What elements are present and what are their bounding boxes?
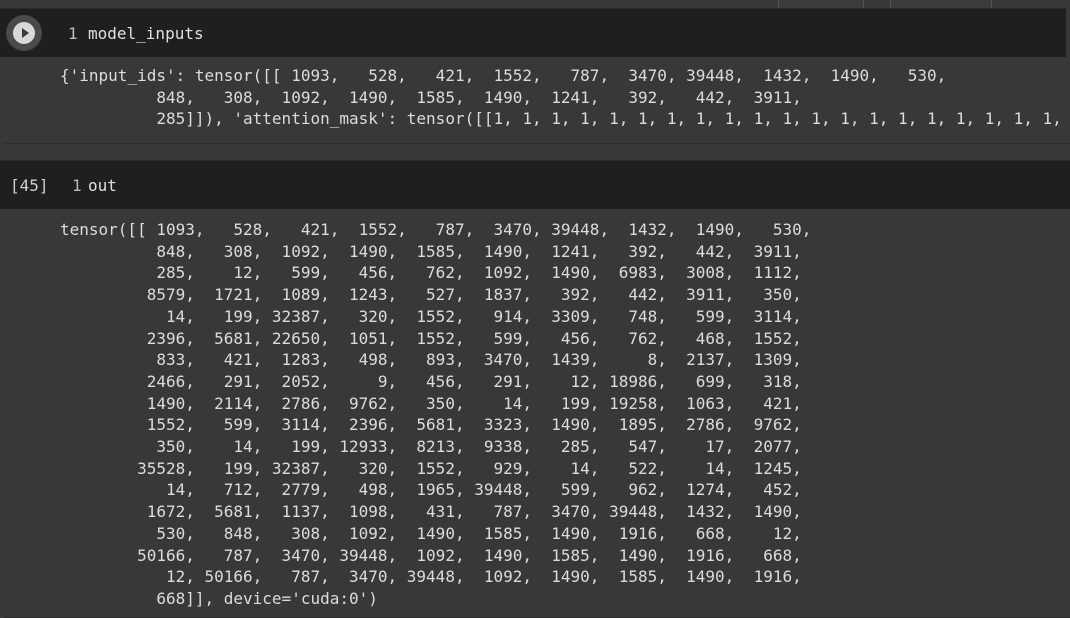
play-icon xyxy=(13,22,35,44)
code-text[interactable]: out xyxy=(88,176,117,195)
output-line: 285]]), 'attention_mask': tensor([[1, 1,… xyxy=(60,109,1070,129)
output-line: 848, 308, 1092, 1490, 1585, 1490, 1241, … xyxy=(156,87,802,107)
output-line: 14, 199, 32387, 320, 1552, 914, 3309, 74… xyxy=(165,306,802,326)
output-line: 1552, 599, 3114, 2396, 5681, 3323, 1490,… xyxy=(146,415,802,435)
output-line: 8579, 1721, 1089, 1243, 527, 1837, 392, … xyxy=(146,285,802,305)
output-line: {'input_ids': tensor([[ 1093, 528, 421, … xyxy=(60,66,947,85)
output-line: 50166, 787, 3470, 39448, 1092, 1490, 158… xyxy=(137,545,802,565)
output-line: 2396, 5681, 22650, 1051, 1552, 599, 456,… xyxy=(146,328,802,348)
run-cell-button[interactable] xyxy=(6,15,42,51)
cell-output-out: tensor([[ 1093, 528, 421, 1552, 787, 347… xyxy=(4,209,1070,618)
cell-output-model-inputs: {'input_ids': tensor([[ 1093, 528, 421, … xyxy=(4,57,1070,144)
output-line: 2466, 291, 2052, 9, 456, 291, 12, 18986,… xyxy=(146,371,802,391)
output-line: 1672, 5681, 1137, 1098, 431, 787, 3470, … xyxy=(146,502,802,522)
output-line: 350, 14, 199, 12933, 8213, 9338, 285, 54… xyxy=(156,437,802,457)
code-text[interactable]: model_inputs xyxy=(88,24,204,43)
output-line: 35528, 199, 32387, 320, 1552, 929, 14, 5… xyxy=(137,458,802,478)
output-line: 668]], device='cuda:0') xyxy=(60,588,378,608)
code-cell-out[interactable]: [45] 1 out xyxy=(0,160,1070,209)
output-line: 1490, 2114, 2786, 9762, 350, 14, 199, 19… xyxy=(146,393,802,413)
output-text: {'input_ids': tensor([[ 1093, 528, 421, … xyxy=(60,65,1070,130)
output-line: 12, 50166, 787, 3470, 39448, 1092, 1490,… xyxy=(165,567,802,587)
code-cell-model-inputs[interactable]: 1 model_inputs xyxy=(0,8,1066,57)
output-line: 285, 12, 599, 456, 762, 1092, 1490, 6983… xyxy=(156,263,802,283)
output-line: 833, 421, 1283, 498, 893, 3470, 1439, 8,… xyxy=(156,350,802,370)
output-text: tensor([[ 1093, 528, 421, 1552, 787, 347… xyxy=(60,219,811,610)
output-line: 530, 848, 308, 1092, 1490, 1585, 1490, 1… xyxy=(156,523,802,543)
output-line: 14, 712, 2779, 498, 1965, 39448, 599, 96… xyxy=(165,480,802,500)
output-line: tensor([[ 1093, 528, 421, 1552, 787, 347… xyxy=(60,220,812,239)
line-number: 1 xyxy=(68,24,78,43)
line-number: 1 xyxy=(72,176,82,195)
output-line: 848, 308, 1092, 1490, 1585, 1490, 1241, … xyxy=(156,241,802,261)
execution-count: [45] xyxy=(10,176,49,195)
